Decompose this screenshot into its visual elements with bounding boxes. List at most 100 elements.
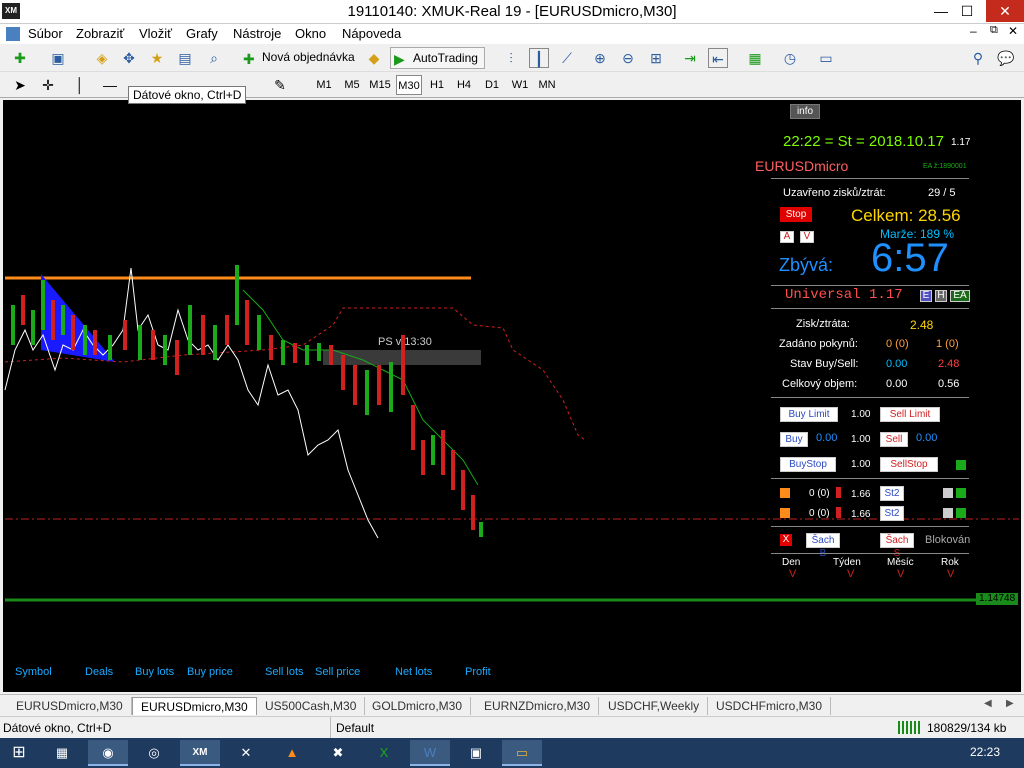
buy-limit-button[interactable]: Buy Limit [780, 407, 838, 422]
menu-window[interactable]: Okno [295, 26, 326, 41]
tab-chart-0[interactable]: EURUSDmicro,M30 [8, 697, 132, 715]
tooltip: Dátové okno, Ctrl+D [128, 86, 247, 104]
menu-help[interactable]: Nápoveda [342, 26, 401, 41]
row1-toggle[interactable] [780, 488, 790, 498]
row1-minus[interactable] [943, 488, 953, 498]
start-button-icon[interactable]: ⊞ [0, 740, 38, 766]
task-folder-icon[interactable]: ▭ [502, 740, 542, 766]
child-close-button[interactable]: ✕ [1008, 24, 1018, 38]
tab-chart-1[interactable]: EURUSDmicro,M30 [132, 697, 257, 715]
task-x-icon[interactable]: ✕ [226, 740, 266, 766]
row2-toggle[interactable] [780, 508, 790, 518]
zoom-out-icon[interactable]: ⊖ [618, 48, 638, 68]
tile-windows-icon[interactable]: ⊞ [646, 48, 666, 68]
chart-shift-icon[interactable]: ⇥ [680, 48, 700, 68]
terminal-icon[interactable]: ▤ [175, 48, 195, 68]
task-xm-icon[interactable]: XM [180, 740, 220, 766]
tab-scroll-left-icon[interactable]: ◀ [984, 698, 992, 709]
maximize-button[interactable]: ☐ [952, 0, 982, 22]
task-vlc-icon[interactable]: ▲ [272, 740, 312, 766]
task-excel-icon[interactable]: X [364, 740, 404, 766]
stop-button[interactable]: Stop [780, 207, 812, 222]
a-button[interactable]: A [780, 231, 794, 243]
templates-icon[interactable]: ▭ [816, 48, 836, 68]
tf-w1[interactable]: W1 [508, 75, 532, 95]
child-restore-button[interactable]: ⧉ [990, 24, 998, 37]
task-globe-icon[interactable]: ◉ [88, 740, 128, 766]
task-chrome-icon[interactable]: ◎ [134, 740, 174, 766]
e-button[interactable]: E [920, 290, 932, 302]
menu-charts[interactable]: Grafy [186, 26, 218, 41]
info-button[interactable]: info [790, 104, 820, 119]
sach-b-button[interactable]: Šach B [806, 533, 840, 559]
vertical-line-icon[interactable]: │ [70, 75, 90, 95]
col-deals: Deals [85, 666, 114, 678]
line-chart-icon[interactable]: ⟋ [557, 48, 577, 68]
zoom-in-icon[interactable]: ⊕ [590, 48, 610, 68]
cursor-icon[interactable]: ➤ [10, 75, 30, 95]
price-chart[interactable]: PS v 13:30 1.14748 Symbol Deals Buy lots… [3, 100, 1021, 692]
tf-m30[interactable]: M30 [396, 75, 422, 95]
autoscroll-icon[interactable]: ⇤ [708, 48, 728, 68]
crosshair-icon[interactable]: ✛ [38, 75, 58, 95]
chart-window-icon[interactable] [6, 27, 20, 41]
tf-h4[interactable]: H4 [452, 75, 476, 95]
row2-indicator[interactable] [956, 508, 966, 518]
sell-stop-button[interactable]: SellStop [880, 457, 938, 472]
tab-scroll-right-icon[interactable]: ▶ [1006, 698, 1014, 709]
ea-button[interactable]: EA [950, 290, 970, 302]
strategy-tester-icon[interactable]: ⌕ [204, 48, 224, 68]
tf-mn[interactable]: MN [535, 75, 559, 95]
tf-m1[interactable]: M1 [312, 75, 336, 95]
menu-view[interactable]: Zobraziť [76, 26, 124, 41]
market-watch-icon[interactable]: ◈ [92, 48, 112, 68]
row1-indicator[interactable] [956, 488, 966, 498]
metaeditor-icon[interactable]: ◆ [364, 48, 384, 68]
search-icon[interactable]: ⚲ [968, 48, 988, 68]
tf-m15[interactable]: M15 [367, 75, 393, 95]
row2-minus[interactable] [943, 508, 953, 518]
data-window-icon[interactable]: ✥ [119, 48, 139, 68]
tab-chart-4[interactable]: EURNZDmicro,M30 [476, 697, 600, 715]
tf-d1[interactable]: D1 [480, 75, 504, 95]
sell-button[interactable]: Sell [880, 432, 908, 447]
sach-s-button[interactable]: Šach S [880, 533, 914, 559]
row2-st2-button[interactable]: St2 [880, 506, 904, 521]
new-chart-icon[interactable]: ✚ [10, 48, 30, 68]
profiles-icon[interactable]: ▣ [48, 48, 68, 68]
task-explorer-icon[interactable]: ▦ [42, 740, 82, 766]
periods-icon[interactable]: ◷ [780, 48, 800, 68]
v-button[interactable]: V [800, 231, 814, 243]
menu-file[interactable]: Súbor [28, 26, 63, 41]
navigator-icon[interactable]: ★ [147, 48, 167, 68]
horizontal-line-icon[interactable]: — [100, 75, 120, 95]
autotrading-button[interactable]: ▶ AutoTrading [390, 47, 485, 69]
task-app-icon[interactable]: ✖ [318, 740, 358, 766]
tab-chart-5[interactable]: USDCHF,Weekly [600, 697, 709, 715]
close-button[interactable]: ✕ [986, 0, 1024, 22]
new-order-button[interactable]: ✚ Nová objednávka [240, 47, 361, 69]
indicators-icon[interactable]: ▦ [745, 48, 765, 68]
buy-button[interactable]: Buy [780, 432, 808, 447]
row1-st2-button[interactable]: St2 [880, 486, 904, 501]
menu-insert[interactable]: Vložiť [139, 26, 172, 41]
task-word-icon[interactable]: W [410, 740, 450, 766]
candlestick-icon[interactable]: ┃ [529, 48, 549, 68]
close-all-button[interactable]: X [780, 534, 792, 546]
sellstop-indicator[interactable] [956, 460, 966, 470]
standard-toolbar: ✚ ▣ ◈ ✥ ★ ▤ ⌕ ✚ Nová objednávka ◆ ▶ Auto… [0, 44, 1024, 72]
h-button[interactable]: H [935, 290, 947, 302]
child-minimize-button[interactable]: – [970, 24, 977, 38]
sell-limit-button[interactable]: Sell Limit [880, 407, 940, 422]
tab-chart-6[interactable]: USDCHFmicro,M30 [708, 697, 832, 715]
tf-h1[interactable]: H1 [425, 75, 449, 95]
tab-chart-2[interactable]: US500Cash,M30 [257, 697, 366, 715]
tf-m5[interactable]: M5 [340, 75, 364, 95]
bar-chart-icon[interactable]: ⫶ [501, 48, 521, 68]
buy-stop-button[interactable]: BuyStop [780, 457, 836, 472]
menu-tools[interactable]: Nástroje [233, 26, 281, 41]
tab-chart-3[interactable]: GOLDmicro,M30 [364, 697, 472, 715]
chat-icon[interactable]: 💬 [996, 48, 1016, 68]
task-files-icon[interactable]: ▣ [456, 740, 496, 766]
shapes-icon[interactable]: ✎ [270, 75, 290, 95]
